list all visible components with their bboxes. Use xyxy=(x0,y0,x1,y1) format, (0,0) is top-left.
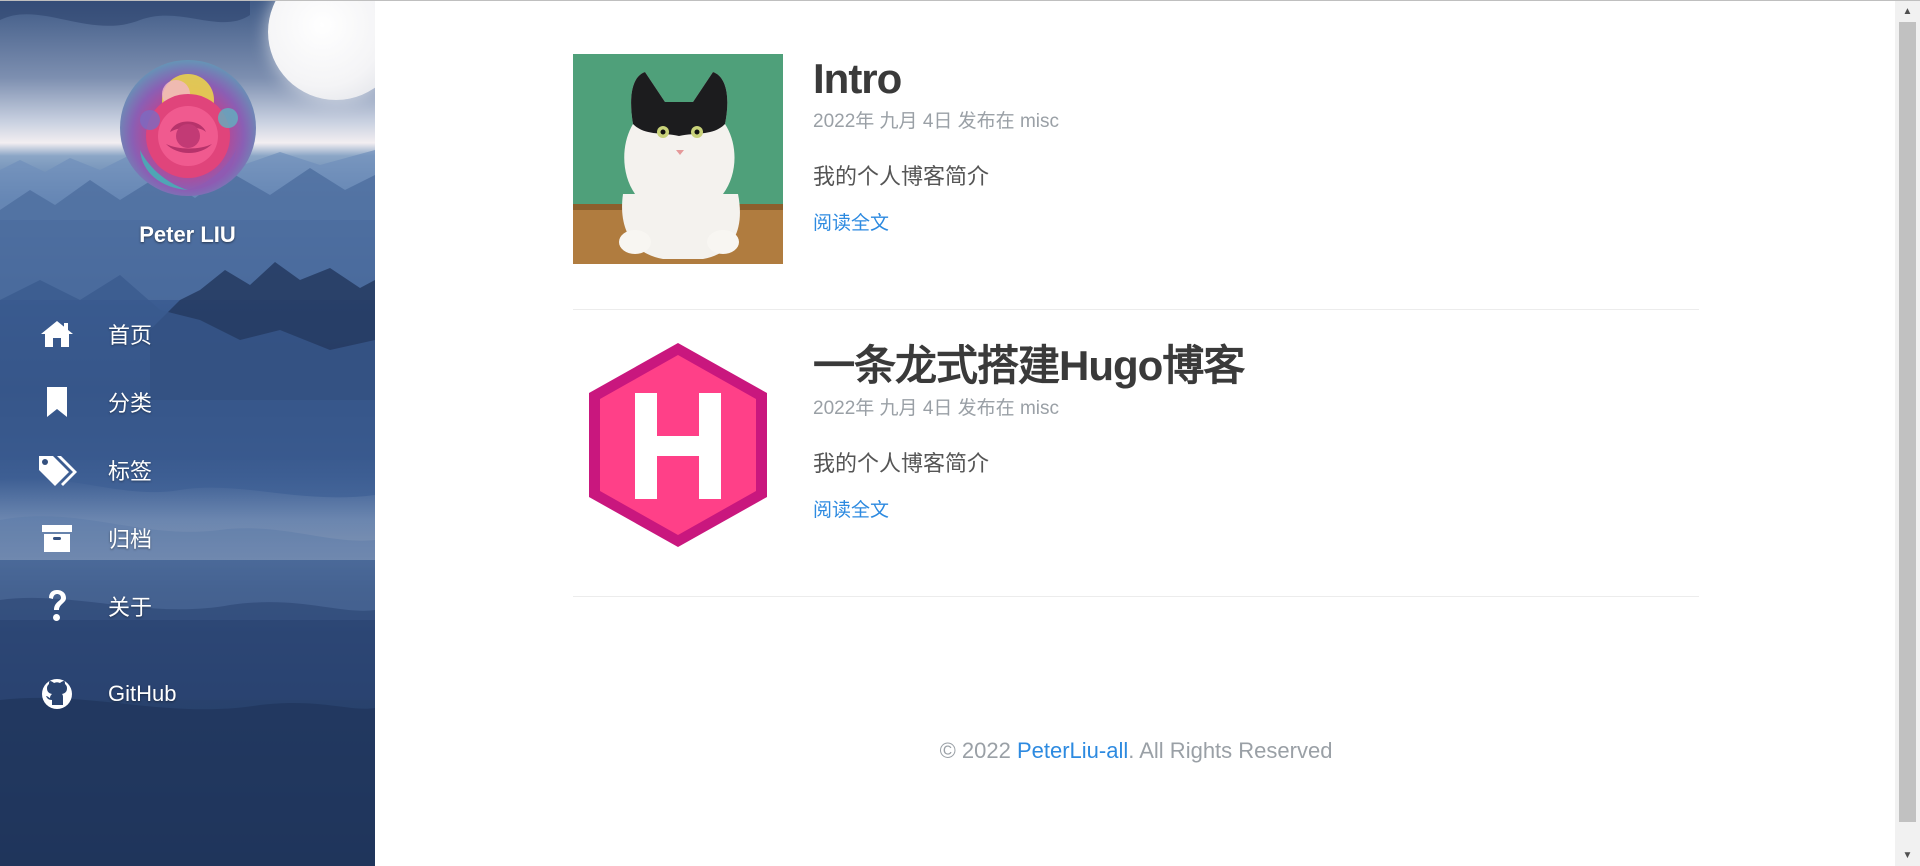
post-title[interactable]: 一条龙式搭建Hugo博客 xyxy=(813,341,1693,391)
sidebar-item-home[interactable]: 首页 xyxy=(0,300,375,368)
footer-copyright: © 2022 xyxy=(939,738,1017,763)
post-card: Intro 2022年 九月 4日 发布在 misc 我的个人博客简介 阅读全文 xyxy=(573,54,1699,310)
author-name: Peter LIU xyxy=(139,222,236,247)
sidebar-item-label: 首页 xyxy=(108,323,153,348)
post-thumbnail[interactable] xyxy=(573,341,783,551)
hugo-logo-image xyxy=(589,343,767,547)
sidebar-nav: 首页 分类 标签 归档 关于 GitHub xyxy=(0,300,375,709)
sidebar-item-label: 标签 xyxy=(108,459,153,484)
sidebar-item-label: 分类 xyxy=(108,391,153,416)
sidebar-item-label: 归档 xyxy=(108,527,153,552)
tags-icon xyxy=(37,454,77,486)
sidebar-item-categories[interactable]: 分类 xyxy=(0,368,375,436)
sidebar: Peter LIU 首页 分类 标签 归档 关于 GitHub xyxy=(0,0,375,866)
home-icon xyxy=(37,319,77,349)
post-meta: 2022年 九月 4日 发布在 misc xyxy=(813,111,1059,132)
sidebar-item-label: GitHub xyxy=(108,681,177,706)
avatar[interactable] xyxy=(120,60,256,196)
footer: © 2022 PeterLiu-all. All Rights Reserved xyxy=(573,738,1699,764)
rose-image xyxy=(140,74,238,190)
archive-icon xyxy=(37,523,77,553)
post-body: Intro 2022年 九月 4日 发布在 misc 我的个人博客简介 阅读全文 xyxy=(813,54,1693,235)
window-top-border xyxy=(0,0,1920,1)
scroll-down-icon[interactable]: ▼ xyxy=(1895,846,1920,864)
cat-photo-image xyxy=(573,54,783,264)
post-title[interactable]: Intro xyxy=(813,54,1693,104)
bookmark-icon xyxy=(37,386,77,418)
footer-author-link[interactable]: PeterLiu-all xyxy=(1017,738,1128,763)
scrollbar-thumb[interactable] xyxy=(1899,22,1916,822)
sidebar-item-label: 关于 xyxy=(108,595,153,620)
sidebar-item-github[interactable]: GitHub xyxy=(0,660,375,728)
post-body: 一条龙式搭建Hugo博客 2022年 九月 4日 发布在 misc 我的个人博客… xyxy=(813,341,1693,522)
question-icon xyxy=(37,589,77,623)
post-summary: 我的个人博客简介 xyxy=(813,451,990,476)
sidebar-item-archives[interactable]: 归档 xyxy=(0,504,375,572)
post-card: 一条龙式搭建Hugo博客 2022年 九月 4日 发布在 misc 我的个人博客… xyxy=(573,341,1699,597)
sidebar-item-tags[interactable]: 标签 xyxy=(0,436,375,504)
post-summary: 我的个人博客简介 xyxy=(813,164,990,189)
main-content: Intro 2022年 九月 4日 发布在 misc 我的个人博客简介 阅读全文… xyxy=(375,0,1895,866)
post-thumbnail[interactable] xyxy=(573,54,783,264)
vertical-scrollbar[interactable]: ▲ ▼ xyxy=(1895,0,1920,866)
footer-rights: . All Rights Reserved xyxy=(1128,738,1333,763)
sidebar-item-about[interactable]: 关于 xyxy=(0,572,375,640)
github-icon xyxy=(37,678,77,710)
post-meta: 2022年 九月 4日 发布在 misc xyxy=(813,398,1059,419)
read-more-link[interactable]: 阅读全文 xyxy=(813,208,889,235)
scroll-up-icon[interactable]: ▲ xyxy=(1895,2,1920,20)
read-more-link[interactable]: 阅读全文 xyxy=(813,495,889,522)
